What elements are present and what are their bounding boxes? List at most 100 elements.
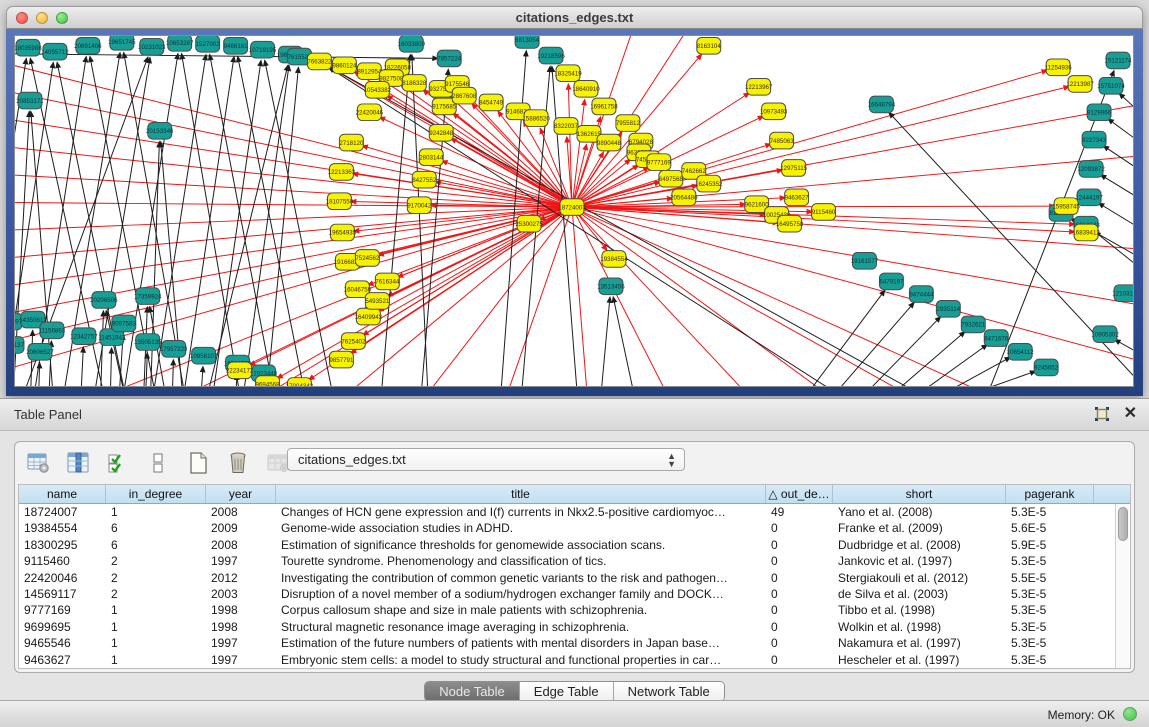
new-file-icon[interactable]	[185, 450, 211, 476]
graph-node[interactable]: 9777169	[647, 154, 672, 171]
graph-node[interactable]: 19161577	[851, 253, 879, 270]
table-row[interactable]: 2242004622012Investigating the contribut…	[19, 570, 1130, 586]
graph-node[interactable]: 7625402	[341, 333, 366, 350]
graph-node[interactable]: 11156863	[39, 322, 66, 339]
graph-node[interactable]: 13505135	[134, 334, 162, 351]
graph-node[interactable]: 12342757	[70, 328, 98, 345]
graph-node[interactable]: 17004342	[286, 378, 314, 386]
graph-node[interactable]: 20606527	[26, 343, 54, 360]
close-panel-icon[interactable]: ✕	[1124, 406, 1137, 422]
graph-node[interactable]: 7955812	[616, 115, 641, 132]
graph-node[interactable]: 6479197	[879, 273, 904, 290]
graph-node[interactable]: 7485063	[770, 132, 795, 149]
graph-node[interactable]: 12213967	[745, 79, 773, 96]
column-header-name[interactable]: name	[19, 485, 106, 503]
table-row[interactable]: 911546021997Tourette syndrome. Phenomeno…	[19, 553, 1130, 569]
graph-node[interactable]: 19218596	[537, 47, 565, 64]
graph-node[interactable]: 9890448	[597, 134, 622, 151]
graph-node[interactable]: 8427552	[412, 171, 437, 188]
graph-node[interactable]: 9860124	[332, 57, 357, 74]
select-all-icon[interactable]	[105, 450, 131, 476]
graph-node[interactable]: 5905137	[15, 337, 25, 354]
delete-icon[interactable]	[225, 450, 251, 476]
graph-node[interactable]: 1527002	[196, 36, 221, 52]
tab-edge-table[interactable]: Edge Table	[520, 682, 614, 701]
graph-node[interactable]: 7616344	[375, 273, 400, 290]
graph-node[interactable]: 8813054	[515, 36, 540, 48]
select-columns-icon[interactable]	[65, 450, 91, 476]
graph-node[interactable]: 19384554	[600, 251, 628, 268]
graph-node[interactable]: 10654112	[1007, 343, 1035, 360]
column-header-title[interactable]: title	[276, 485, 766, 503]
graph-node[interactable]: 20691406	[74, 37, 102, 54]
graph-node[interactable]: 20853171	[16, 92, 44, 109]
graph-node[interactable]: 16839412	[1072, 224, 1100, 241]
network-graph[interactable]: 1872400718035988140557122069140619651745…	[15, 36, 1133, 386]
graph-node[interactable]: 19651745	[108, 36, 136, 50]
graph-node[interactable]: 10231023	[138, 38, 166, 55]
graph-node[interactable]: 18640910	[572, 80, 600, 97]
graph-node[interactable]: 10543382	[364, 81, 392, 98]
graph-node[interactable]: 8163104	[697, 37, 722, 54]
graph-node[interactable]: 9466161	[224, 37, 249, 54]
graph-node[interactable]: 13513456	[597, 278, 625, 295]
table-row[interactable]: 1938455462009Genome-wide association stu…	[19, 520, 1130, 536]
graph-node[interactable]: 18724007	[558, 199, 586, 216]
graph-node[interactable]: 9857791	[329, 351, 354, 368]
column-header-in_degree[interactable]: in_degree	[106, 485, 206, 503]
graph-node[interactable]: 9245652	[1034, 359, 1059, 376]
graph-node[interactable]: 8186328	[402, 75, 427, 92]
graph-node[interactable]: 9097583	[112, 315, 137, 332]
tab-network-table[interactable]: Network Table	[614, 682, 724, 701]
graph-node[interactable]: 9463627	[785, 189, 810, 206]
graph-node[interactable]: 10653287	[166, 36, 194, 51]
graph-node[interactable]: 16961758	[590, 98, 618, 115]
graph-node[interactable]: 6497568	[659, 170, 684, 187]
graph-node[interactable]: 8912954	[357, 63, 382, 80]
network-canvas[interactable]: 1872400718035988140557122069140619651745…	[14, 35, 1134, 387]
graph-node[interactable]: 12213987	[1066, 76, 1094, 93]
graph-node[interactable]: 16245352	[695, 175, 723, 192]
deselect-all-icon[interactable]	[145, 450, 171, 476]
column-header-pagerank[interactable]: pagerank	[1006, 485, 1094, 503]
graph-node[interactable]: 16033809	[398, 36, 426, 52]
table-row[interactable]: 1872400712008Changes of HCN gene express…	[19, 504, 1130, 520]
column-header-short[interactable]: short	[833, 485, 1006, 503]
graph-node[interactable]: 7857224	[437, 50, 462, 67]
table-settings-icon[interactable]	[25, 450, 51, 476]
graph-node[interactable]: 15121174	[1105, 52, 1133, 69]
graph-node[interactable]: 14055712	[41, 43, 69, 60]
graph-node[interactable]: 20564486	[670, 189, 698, 206]
network-window-titlebar[interactable]: citations_edges.txt	[6, 6, 1143, 29]
graph-node[interactable]: 2718120	[339, 134, 364, 151]
tab-node-table[interactable]: Node Table	[425, 682, 520, 701]
graph-node[interactable]: 12975115	[780, 160, 808, 177]
graph-node[interactable]: 7663822	[307, 53, 332, 70]
graph-node[interactable]: 22234172	[226, 362, 254, 379]
table-row[interactable]: 977716911998Corpus callosum shape and si…	[19, 602, 1130, 618]
graph-node[interactable]: 12103197	[1112, 285, 1133, 302]
graph-node[interactable]: 20206506	[90, 292, 118, 309]
graph-node[interactable]: 9474444	[909, 286, 934, 303]
table-row[interactable]: 1456911722003Disruption of a novel membe…	[19, 586, 1130, 602]
table-panel-titlebar[interactable]: Table Panel ✕	[0, 399, 1149, 431]
graph-node[interactable]: 2867608	[452, 87, 477, 104]
graph-node[interactable]: 9170042	[407, 197, 432, 214]
graph-node[interactable]: 18107550	[326, 193, 354, 210]
table-row[interactable]: 969969511998Structural magnetic resonanc…	[19, 619, 1130, 635]
graph-node[interactable]: 15886520	[522, 110, 550, 127]
table-row[interactable]: 946362711997Embryonic stem cells: a mode…	[19, 652, 1130, 668]
table-vertical-scrollbar[interactable]	[1115, 504, 1130, 668]
graph-node[interactable]: 8471676	[984, 330, 1009, 347]
graph-node[interactable]: 2935114	[936, 300, 960, 317]
graph-node[interactable]: 17359924	[134, 288, 162, 305]
table-row[interactable]: 1830029562008Estimation of significance …	[19, 537, 1130, 553]
graph-node[interactable]: 9115460	[812, 204, 836, 221]
graph-node[interactable]: 18325419	[554, 65, 582, 82]
graph-node[interactable]: 10719195	[249, 41, 277, 58]
graph-node[interactable]: 10958107	[190, 347, 218, 364]
graph-node[interactable]: 7524562	[355, 250, 380, 267]
table-row[interactable]: 946554611997Estimation of the future num…	[19, 635, 1130, 651]
graph-node[interactable]: 10905302	[1091, 326, 1119, 343]
graph-node[interactable]: 5493521	[365, 293, 390, 310]
